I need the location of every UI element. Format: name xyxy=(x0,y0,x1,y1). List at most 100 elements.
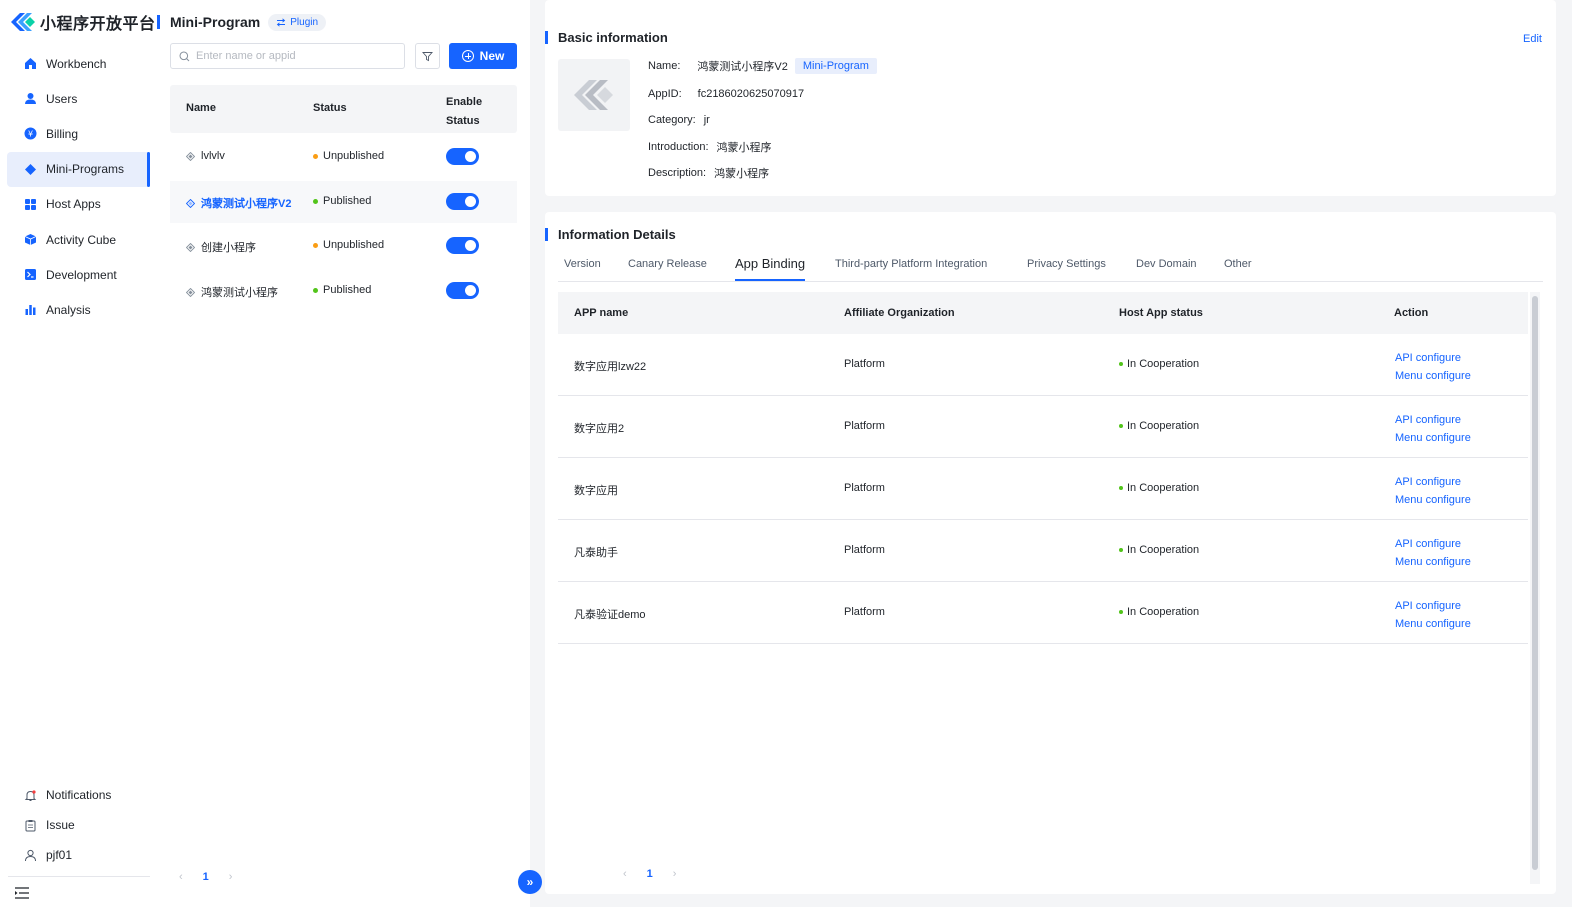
info-category-row: Category: jr xyxy=(648,114,710,126)
details-tabs: Version Canary Release App Binding Third… xyxy=(558,256,1543,282)
enable-toggle[interactable] xyxy=(446,148,479,165)
table-row: 数字应用lzw22 Platform In Cooperation API co… xyxy=(558,334,1528,396)
new-button[interactable]: New xyxy=(449,43,517,69)
sidebar-divider xyxy=(8,876,150,877)
action-cell: API configure Menu configure xyxy=(1395,411,1471,447)
api-configure-link[interactable]: API configure xyxy=(1395,352,1461,364)
column-header-enable-status: Enable Status xyxy=(446,93,482,131)
menu-collapse-icon[interactable] xyxy=(14,886,30,900)
sidebar: 小程序开放平台 Workbench Users ¥ Billing Mini-P… xyxy=(0,0,157,907)
list-pagination: ‹ 1 › xyxy=(179,871,232,883)
status-dot xyxy=(1119,424,1123,428)
tab-version[interactable]: Version xyxy=(564,258,601,282)
tab-canary-release[interactable]: Canary Release xyxy=(628,258,707,282)
clipboard-icon xyxy=(23,818,37,832)
app-name-cell: 数字应用 xyxy=(574,485,618,497)
enable-header-line-1: Enable xyxy=(446,96,483,108)
tab-app-binding[interactable]: App Binding xyxy=(735,256,806,281)
action-cell: API configure Menu configure xyxy=(1395,535,1471,571)
list-item-status: Unpublished xyxy=(313,150,384,162)
tab-third-party-integration[interactable]: Third-party Platform Integration xyxy=(835,258,987,282)
details-title: Information Details xyxy=(558,226,676,242)
menu-configure-link[interactable]: Menu configure xyxy=(1395,432,1471,444)
sidebar-item-label: Workbench xyxy=(46,56,107,71)
scrollbar-thumb[interactable] xyxy=(1532,296,1538,870)
appid-value: fc2186020625070917 xyxy=(697,88,805,100)
api-configure-link[interactable]: API configure xyxy=(1395,414,1461,426)
list-item[interactable]: 创建小程序 Unpublished xyxy=(170,225,517,267)
org-cell: Platform xyxy=(844,420,885,432)
sidebar-item-label: Analysis xyxy=(46,302,91,317)
edit-button[interactable]: Edit xyxy=(1523,33,1542,45)
api-configure-link[interactable]: API configure xyxy=(1395,476,1461,488)
list-item[interactable]: 鸿蒙测试小程序 Published xyxy=(170,270,517,312)
tab-dev-domain[interactable]: Dev Domain xyxy=(1136,258,1197,282)
tab-privacy-settings[interactable]: Privacy Settings xyxy=(1027,258,1106,282)
app-logo-icon xyxy=(574,80,613,110)
sidebar-item-label: Issue xyxy=(46,818,75,832)
page-number[interactable]: 1 xyxy=(203,871,209,883)
tab-other[interactable]: Other xyxy=(1224,258,1252,282)
sidebar-item-account[interactable]: pjf01 xyxy=(7,840,150,870)
table-scrollbar[interactable] xyxy=(1530,292,1540,884)
list-item[interactable]: 鸿蒙测试小程序V2 Published xyxy=(170,181,517,223)
sidebar-item-billing[interactable]: ¥ Billing xyxy=(7,116,150,151)
new-button-label: New xyxy=(479,49,505,63)
sidebar-item-mini-programs[interactable]: Mini-Programs xyxy=(7,151,150,187)
table-row: 凡泰助手 Platform In Cooperation API configu… xyxy=(558,520,1528,582)
menu-configure-link[interactable]: Menu configure xyxy=(1395,370,1471,382)
menu-configure-link[interactable]: Menu configure xyxy=(1395,618,1471,630)
enable-toggle[interactable] xyxy=(446,237,479,254)
org-cell: Platform xyxy=(844,544,885,556)
sidebar-item-analysis[interactable]: Analysis xyxy=(7,292,150,327)
diamond-outline-icon xyxy=(186,198,195,208)
list-item-status: Published xyxy=(313,195,371,207)
list-item-name-cell: 创建小程序 xyxy=(186,239,256,255)
brand[interactable]: 小程序开放平台 xyxy=(9,11,156,33)
list-panel-header: Mini-Program Plugin xyxy=(157,12,327,32)
sidebar-item-host-apps[interactable]: Host Apps xyxy=(7,187,150,222)
menu-configure-link[interactable]: Menu configure xyxy=(1395,556,1471,568)
list-item-name: 鸿蒙测试小程序 xyxy=(201,287,278,299)
sidebar-item-notifications[interactable]: Notifications xyxy=(7,780,150,810)
api-configure-link[interactable]: API configure xyxy=(1395,600,1461,612)
table-header: APP name Affiliate Organization Host App… xyxy=(558,292,1528,334)
sidebar-item-development[interactable]: Development xyxy=(7,257,150,292)
table-row: 数字应用 Platform In Cooperation API configu… xyxy=(558,458,1528,520)
status-dot xyxy=(313,242,318,248)
action-cell: API configure Menu configure xyxy=(1395,349,1471,385)
host-status-text: In Cooperation xyxy=(1127,358,1200,370)
double-chevron-right-icon: » xyxy=(526,875,534,889)
type-tag: Mini-Program xyxy=(794,58,877,74)
menu-configure-link[interactable]: Menu configure xyxy=(1395,494,1471,506)
sidebar-item-workbench[interactable]: Workbench xyxy=(7,46,150,81)
list-item-name: 创建小程序 xyxy=(201,242,256,254)
host-status-cell: In Cooperation xyxy=(1119,482,1199,494)
filter-button[interactable] xyxy=(415,43,440,69)
info-introduction-row: Introduction: 鸿蒙小程序 xyxy=(648,139,772,155)
diamond-outline-icon xyxy=(186,242,195,252)
plugin-switch-button[interactable]: Plugin xyxy=(268,13,327,31)
list-item[interactable]: lvlvlv Unpublished xyxy=(170,136,517,178)
prev-page-button[interactable]: ‹ xyxy=(623,868,627,880)
next-page-button[interactable]: › xyxy=(229,871,233,883)
host-status-text: In Cooperation xyxy=(1127,482,1200,494)
api-configure-link[interactable]: API configure xyxy=(1395,538,1461,550)
column-header-app-name: APP name xyxy=(574,307,629,319)
page-number[interactable]: 1 xyxy=(647,868,653,880)
next-page-button[interactable]: › xyxy=(673,868,677,880)
search-box[interactable] xyxy=(170,43,405,69)
status-text: Unpublished xyxy=(323,150,385,162)
prev-page-button[interactable]: ‹ xyxy=(179,871,183,883)
enable-toggle[interactable] xyxy=(446,282,479,299)
title-accent-bar xyxy=(157,15,160,29)
sidebar-item-activity-cube[interactable]: Activity Cube xyxy=(7,222,150,257)
sidebar-item-issue[interactable]: Issue xyxy=(7,810,150,840)
expand-panel-button[interactable]: » xyxy=(518,870,542,894)
search-input[interactable] xyxy=(196,50,396,62)
sidebar-item-users[interactable]: Users xyxy=(7,81,150,116)
enable-toggle[interactable] xyxy=(446,193,479,210)
sidebar-nav: Workbench Users ¥ Billing Mini-Programs … xyxy=(0,46,157,328)
host-status-cell: In Cooperation xyxy=(1119,606,1199,618)
search-icon xyxy=(179,51,190,61)
